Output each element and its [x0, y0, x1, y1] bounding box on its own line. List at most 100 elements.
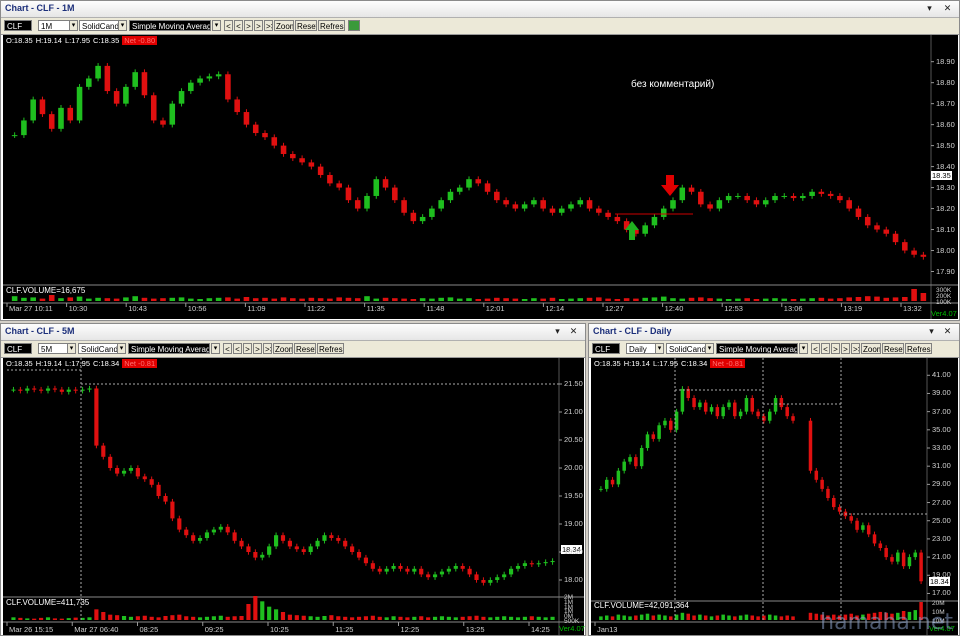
- volume-bar: [733, 616, 737, 620]
- study-select[interactable]: Simple Moving Average: [129, 20, 211, 31]
- reset-button[interactable]: Reset: [295, 20, 317, 31]
- volume-bar: [301, 615, 306, 620]
- symbol-input[interactable]: CLF: [592, 343, 620, 354]
- candle-body: [169, 103, 176, 125]
- zoom-button[interactable]: Zoom: [273, 343, 293, 354]
- candle-body: [11, 135, 18, 137]
- candle-body: [447, 191, 454, 201]
- candle-body: [495, 577, 500, 580]
- price-chart[interactable]: O:18.35 H:19.14 L:17.95 C:18.34 Net -0.81 CL…: [591, 358, 958, 635]
- interval-select[interactable]: 1M: [38, 20, 70, 31]
- chevron-down-icon[interactable]: ▾: [799, 343, 808, 354]
- nav-last-button[interactable]: >: [254, 20, 263, 31]
- x-tick-label: 13:25: [465, 625, 485, 634]
- minimize-icon[interactable]: ▾: [924, 3, 935, 13]
- chevron-down-icon[interactable]: ▾: [212, 20, 221, 31]
- candle-body: [345, 187, 352, 201]
- chevron-down-icon[interactable]: ▾: [655, 343, 664, 354]
- volume-bar: [800, 298, 806, 301]
- chevron-down-icon[interactable]: ▾: [211, 343, 220, 354]
- nav-end-button[interactable]: >>|: [263, 343, 272, 354]
- interval-select[interactable]: 5M: [38, 343, 68, 354]
- nav-next-button[interactable]: >: [831, 343, 840, 354]
- candle-body: [484, 183, 491, 192]
- volume-bar: [488, 617, 493, 620]
- close-icon[interactable]: ✕: [942, 326, 953, 336]
- candle-body: [698, 191, 704, 205]
- chevron-down-icon[interactable]: ▾: [118, 20, 127, 31]
- minimize-icon[interactable]: ▾: [552, 326, 563, 336]
- version-label: Ver4.07: [931, 309, 957, 318]
- nav-first-button[interactable]: <: [223, 343, 232, 354]
- close-icon[interactable]: ✕: [568, 326, 579, 336]
- nav-end-button[interactable]: >>|: [264, 20, 273, 31]
- candle-body: [215, 74, 222, 77]
- nav-prev-button[interactable]: <: [233, 343, 242, 354]
- study-select[interactable]: Simple Moving Average: [716, 343, 798, 354]
- chevron-down-icon[interactable]: ▾: [117, 343, 126, 354]
- candle-body: [679, 187, 686, 201]
- nav-last-button[interactable]: >: [841, 343, 850, 354]
- candle-body: [225, 526, 230, 533]
- candle-body: [426, 574, 431, 578]
- volume-bar: [336, 616, 341, 620]
- candle-body: [197, 78, 203, 83]
- price-chart[interactable]: O:18.35 H:19.14 L:17.95 C:18.34 Net -0.81 CL…: [3, 358, 585, 635]
- reset-button[interactable]: Reset: [882, 343, 904, 354]
- close-icon[interactable]: ✕: [942, 3, 953, 13]
- interval-select[interactable]: Daily: [626, 343, 656, 354]
- volume-bar: [232, 616, 237, 620]
- candle-body: [453, 566, 458, 569]
- refresh-button[interactable]: Refresh: [318, 20, 345, 31]
- chart-settings-icon[interactable]: [348, 20, 360, 31]
- volume-bar: [494, 297, 500, 301]
- refresh-button[interactable]: Refresh: [317, 343, 344, 354]
- zoom-button[interactable]: Zoom: [861, 343, 881, 354]
- chart-window-daily: Chart - CLF - Daily ▾ ✕ CLF Daily ▾ Soli…: [588, 323, 960, 636]
- candle-body: [267, 546, 272, 555]
- price-chart[interactable]: O:18.35 H:19.14 L:17.95 C:18.35 Net -0.80 бе…: [3, 35, 958, 319]
- nav-prev-button[interactable]: <: [821, 343, 830, 354]
- x-tick-label: Mar 26 15:15: [9, 625, 54, 634]
- style-select[interactable]: SolidCandle: [78, 343, 118, 354]
- chevron-down-icon[interactable]: ▾: [67, 343, 76, 354]
- y-tick-label: 21.00: [932, 552, 951, 562]
- style-select[interactable]: SolidCandle: [666, 343, 706, 354]
- symbol-input[interactable]: CLF: [4, 20, 32, 31]
- nav-end-button[interactable]: >>|: [851, 343, 860, 354]
- chevron-down-icon[interactable]: ▾: [705, 343, 714, 354]
- y-tick-label: 17.90: [936, 266, 955, 276]
- chart-canvas: [3, 358, 584, 635]
- nav-next-button[interactable]: >: [244, 20, 253, 31]
- nav-first-button[interactable]: <: [811, 343, 820, 354]
- candle-body: [808, 420, 813, 471]
- candle-body: [11, 389, 16, 391]
- title-bar: Chart - CLF - 5M ▾ ✕: [1, 324, 585, 341]
- y-tick-label: 19.00: [932, 570, 951, 580]
- volume-bar: [123, 297, 129, 301]
- nav-first-button[interactable]: <: [224, 20, 233, 31]
- reset-button[interactable]: Reset: [294, 343, 316, 354]
- volume-bar: [197, 617, 203, 620]
- volume-bar: [384, 617, 389, 620]
- chevron-down-icon[interactable]: ▾: [69, 20, 78, 31]
- style-select[interactable]: SolidCandle: [79, 20, 119, 31]
- candle-body: [141, 72, 148, 96]
- volume-bar: [382, 297, 389, 301]
- candle-body: [610, 479, 615, 485]
- minimize-icon[interactable]: ▾: [926, 326, 937, 336]
- refresh-button[interactable]: Refresh: [905, 343, 932, 354]
- candle-body: [832, 498, 836, 508]
- candle-body: [197, 538, 203, 541]
- symbol-input[interactable]: CLF: [4, 343, 32, 354]
- candle-body: [536, 563, 541, 565]
- y-tick-label: 19.50: [564, 491, 583, 500]
- nav-prev-button[interactable]: <: [234, 20, 243, 31]
- nav-last-button[interactable]: >: [253, 343, 262, 354]
- candle-body: [73, 389, 78, 391]
- volume-bar: [429, 298, 435, 301]
- nav-next-button[interactable]: >: [243, 343, 252, 354]
- candle-body: [163, 496, 168, 502]
- study-select[interactable]: Simple Moving Average: [128, 343, 210, 354]
- zoom-button[interactable]: Zoom: [274, 20, 294, 31]
